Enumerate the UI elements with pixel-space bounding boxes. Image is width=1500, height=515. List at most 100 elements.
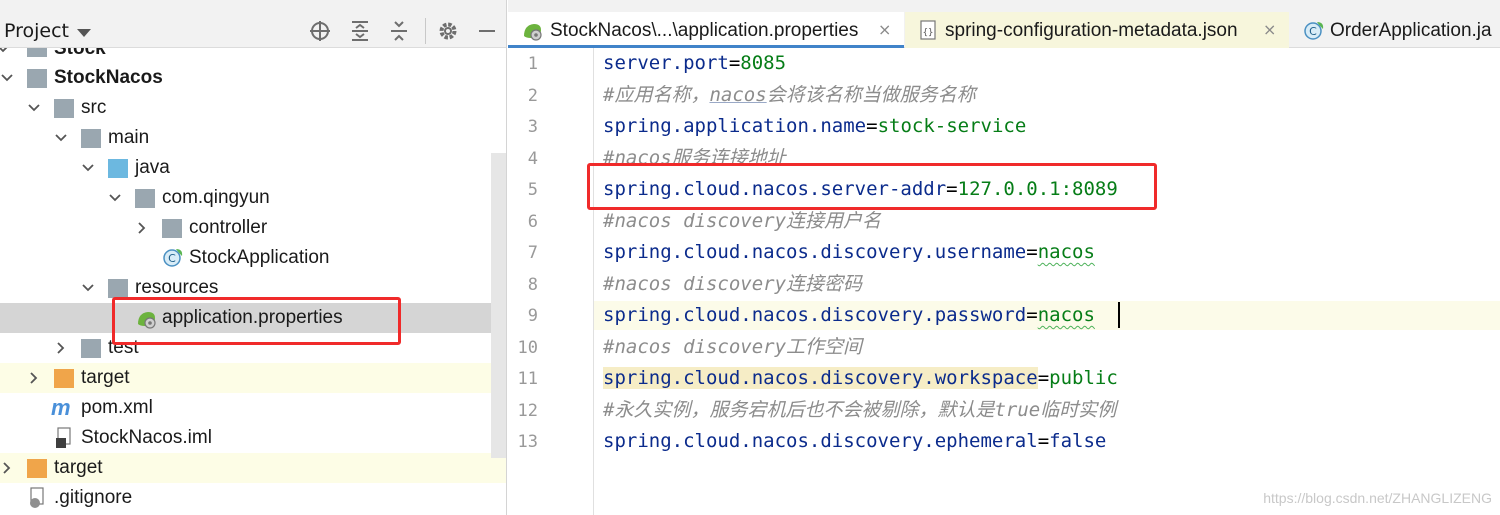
tree-item-label: Stock [54, 48, 106, 59]
comment: #nacos discovery连接用户名 [603, 210, 882, 232]
folder-icon [81, 129, 101, 148]
tree-item-label: main [108, 127, 150, 148]
tab-orderapplication[interactable]: C OrderApplication.ja [1290, 12, 1500, 48]
tab-label: spring-configuration-metadata.json [945, 20, 1238, 41]
json-file-icon: {} [920, 20, 936, 40]
line-number: 11 [517, 369, 538, 389]
tree-item-stockapplication[interactable]: C StockApplication [0, 243, 506, 273]
chevron-down-icon[interactable] [0, 48, 10, 56]
folder-icon [81, 339, 101, 358]
excluded-folder-icon [54, 369, 74, 388]
module-file-icon [56, 427, 71, 448]
tree-item-label: java [135, 157, 170, 178]
tree-item-label: StockApplication [189, 247, 330, 268]
header-separator [425, 18, 426, 44]
tree-item-label: pom.xml [81, 397, 153, 418]
tab-application-properties[interactable]: StockNacos\...\application.properties × [508, 12, 904, 48]
equals-sign: = [866, 115, 878, 137]
code-line[interactable]: spring.cloud.nacos.discovery.workspace=p… [603, 364, 1118, 392]
chevron-right-icon[interactable] [135, 221, 149, 235]
line-number: 9 [527, 306, 538, 326]
property-value: 8085 [740, 52, 787, 74]
code-line[interactable]: #nacos discovery工作空间 [603, 333, 862, 361]
tree-item-main[interactable]: main [0, 123, 506, 153]
project-panel-header: Project [0, 0, 506, 48]
tree-item-target-root[interactable]: target [0, 453, 506, 483]
code-line-current[interactable]: spring.cloud.nacos.discovery.password=na… [603, 301, 1095, 329]
spring-class-icon: C [163, 249, 183, 267]
comment: 会将该名称当做服务名称 [766, 84, 976, 106]
code-line[interactable]: server.port=8085 [603, 49, 786, 77]
tree-item-pom-xml[interactable]: m pom.xml [0, 393, 506, 423]
editor-area: StockNacos\...\application.properties × … [508, 0, 1500, 515]
chevron-right-icon[interactable] [0, 461, 14, 475]
tree-item-controller[interactable]: controller [0, 213, 506, 243]
equals-sign: = [1037, 367, 1050, 389]
svg-text:C: C [1309, 25, 1317, 38]
line-number: 7 [527, 243, 538, 263]
tab-spring-configuration-metadata[interactable]: {} spring-configuration-metadata.json × [905, 12, 1289, 48]
chevron-down-icon[interactable] [54, 131, 68, 145]
code-line[interactable]: #应用名称，nacos会将该名称当做服务名称 [603, 81, 976, 109]
tree-item-target[interactable]: target [0, 363, 506, 393]
property-key: spring.cloud.nacos.discovery.password [603, 304, 1027, 326]
project-view-selector[interactable]: Project [4, 18, 69, 44]
collapse-all-icon[interactable] [387, 19, 411, 43]
tree-item-stocknacos-iml[interactable]: StockNacos.iml [0, 423, 506, 453]
line-number: 1 [527, 54, 538, 74]
property-key: spring.cloud.nacos.discovery.ephemeral [603, 430, 1038, 452]
annotation-highlight-box [587, 163, 1157, 210]
chevron-down-icon[interactable] [27, 101, 41, 115]
code-line[interactable]: spring.cloud.nacos.discovery.username=na… [603, 238, 1095, 266]
close-icon[interactable]: × [878, 20, 891, 40]
comment: 临时实例 [1040, 399, 1117, 421]
gear-icon[interactable] [436, 19, 460, 43]
property-key: spring.cloud.nacos.discovery.workspace [603, 367, 1038, 389]
tree-scrollbar-thumb[interactable] [491, 153, 506, 458]
tree-item-com-qingyun[interactable]: com.qingyun [0, 183, 506, 213]
tree-item-label: controller [189, 217, 268, 238]
tree-item-label: src [81, 97, 107, 118]
property-value: false [1049, 430, 1107, 452]
close-icon[interactable]: × [1263, 20, 1276, 40]
code-line[interactable]: spring.application.name=stock-service [603, 112, 1026, 140]
line-number-gutter: 1 2 3 4 5 6 7 8 9 10 11 12 13 [508, 48, 594, 515]
hide-panel-icon[interactable] [475, 19, 499, 43]
line-number: 13 [517, 432, 538, 452]
excluded-folder-icon [27, 459, 47, 478]
property-key: spring.cloud.nacos.discovery.username [603, 241, 1027, 263]
chevron-down-icon[interactable] [81, 281, 95, 295]
tree-item-gitignore[interactable]: .gitignore [0, 483, 506, 513]
chevron-right-icon[interactable] [27, 371, 41, 385]
tree-item-stocknacos[interactable]: StockNacos [0, 63, 506, 93]
chevron-down-icon[interactable] [77, 29, 91, 37]
chevron-down-icon[interactable] [0, 71, 14, 85]
editor-tab-bar: StockNacos\...\application.properties × … [508, 0, 1500, 48]
comment: true [994, 399, 1041, 421]
comment: #nacos discovery工作空间 [603, 336, 863, 358]
chevron-down-icon[interactable] [81, 161, 95, 175]
spring-properties-icon [524, 24, 542, 41]
tree-item-java[interactable]: java [0, 153, 506, 183]
property-value: nacos [1037, 304, 1095, 326]
tree-item-src[interactable]: src [0, 93, 506, 123]
chevron-down-icon[interactable] [108, 191, 122, 205]
code-line[interactable]: spring.cloud.nacos.discovery.ephemeral=f… [603, 427, 1106, 455]
spring-class-icon: C [1304, 22, 1324, 40]
property-key: spring.application.name [603, 115, 867, 137]
svg-text:{}: {} [923, 28, 934, 38]
text-caret [1118, 302, 1120, 328]
chevron-right-icon[interactable] [54, 341, 68, 355]
tree-item-label: target [54, 457, 103, 478]
code-line[interactable]: #nacos discovery连接用户名 [603, 207, 881, 235]
locate-file-icon[interactable] [308, 19, 332, 43]
code-line[interactable]: #永久实例，服务宕机后也不会被剔除，默认是true临时实例 [603, 396, 1116, 424]
code-line[interactable]: #nacos discovery连接密码 [603, 270, 862, 298]
expand-all-icon[interactable] [348, 19, 372, 43]
property-value: stock-service [877, 115, 1027, 137]
folder-icon [54, 99, 74, 118]
property-key: server.port [603, 52, 729, 74]
ignore-file-icon [30, 487, 44, 508]
source-folder-icon [108, 159, 128, 178]
annotation-highlight-box [112, 297, 401, 345]
